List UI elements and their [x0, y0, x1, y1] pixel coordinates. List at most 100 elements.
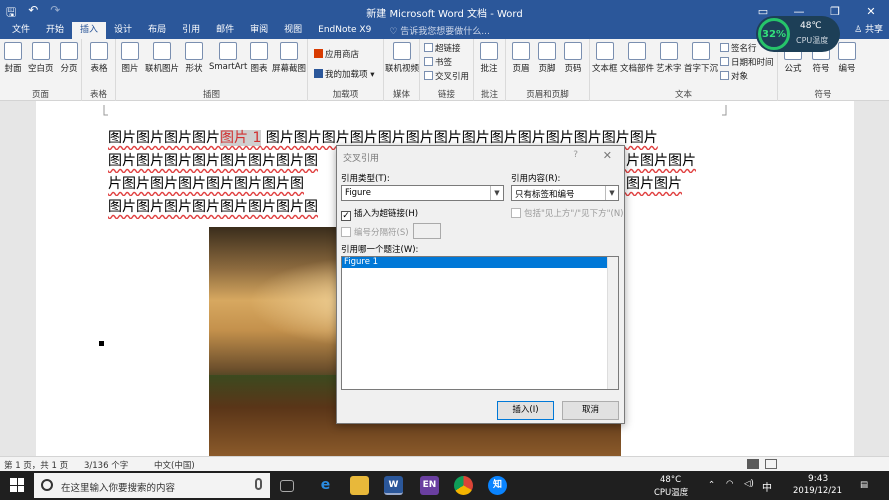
group-label-comments: 批注 [480, 90, 498, 100]
tab-design[interactable]: 设计 [106, 22, 140, 39]
ime-indicator[interactable]: 中 [762, 479, 772, 494]
listbox-scrollbar[interactable] [607, 257, 618, 389]
group-text: 文本框 文档部件 艺术字 首字下沉 签名行 日期和时间 对象 文本 [590, 39, 778, 101]
signature-line-icon [720, 43, 729, 52]
clock-date[interactable]: 2019/12/21 [793, 486, 842, 496]
blank-page-button[interactable]: 空白页 [28, 42, 54, 74]
comment-icon [480, 42, 498, 60]
zhihu-icon[interactable]: 知 [488, 476, 507, 495]
online-video-button[interactable]: 联机视频 [384, 42, 420, 74]
chart-icon [250, 42, 268, 60]
tab-layout[interactable]: 布局 [140, 22, 174, 39]
dialog-title: 交叉引用 [343, 154, 380, 164]
close-icon[interactable]: ✕ [853, 0, 889, 22]
taskbar-search-box[interactable]: 在这里输入你要搜索的内容 [34, 473, 270, 498]
taskbar-search-placeholder: 在这里输入你要搜索的内容 [61, 483, 176, 494]
tab-home[interactable]: 开始 [38, 22, 72, 39]
caption-field-highlight: 图片 1 [220, 130, 262, 146]
print-layout-icon[interactable] [747, 459, 759, 469]
page-number-button[interactable]: 页码 [564, 42, 582, 74]
my-addins-button[interactable]: 我的加载项 ▾ [314, 68, 374, 80]
windows-start-icon[interactable] [10, 478, 24, 492]
help-icon[interactable]: ? [573, 150, 578, 160]
reference-content-select[interactable]: 只有标签和编号 ▼ [511, 185, 619, 201]
task-view-icon[interactable] [280, 480, 294, 492]
file-explorer-icon[interactable] [350, 476, 369, 495]
endnote-taskbar-icon[interactable]: EN [420, 476, 439, 495]
word-taskbar-icon[interactable]: W [384, 476, 403, 495]
cpu-temp-label: CPU温度 [796, 36, 829, 45]
hyperlink-button[interactable]: 超链接 [424, 42, 461, 54]
tab-references[interactable]: 引用 [174, 22, 208, 39]
reference-type-select[interactable]: Figure ▼ [341, 185, 504, 201]
tray-temp-label: CPU温度 [654, 488, 689, 498]
title-bar: 🖫 ↶ ↷ 新建 Microsoft Word 文档 - Word ▭ — ❐ … [0, 0, 889, 22]
bookmark-button[interactable]: 书签 [424, 56, 452, 68]
group-label-symbols: 符号 [814, 90, 832, 100]
edge-icon[interactable]: e [316, 476, 335, 495]
wordart-button[interactable]: 艺术字 [656, 42, 682, 74]
chart-button[interactable]: 图表 [250, 42, 268, 74]
close-icon[interactable]: ✕ [603, 149, 612, 162]
store-button[interactable]: 应用商店 [314, 48, 359, 60]
header-button[interactable]: 页眉 [512, 42, 530, 74]
insert-button[interactable]: 插入(I) [497, 401, 554, 420]
header-icon [512, 42, 530, 60]
online-picture-button[interactable]: 联机图片 [145, 42, 179, 74]
object-button[interactable]: 对象 [720, 70, 748, 82]
date-time-button[interactable]: 日期和时间 [720, 56, 774, 68]
cover-page-icon [4, 42, 22, 60]
microphone-icon[interactable] [255, 478, 262, 490]
drop-cap-button[interactable]: 首字下沉 [684, 42, 718, 74]
group-label-illustrations: 插图 [202, 90, 220, 100]
tell-me-search[interactable]: ♡ 告诉我您想要做什么... [389, 24, 490, 37]
chrome-icon[interactable] [454, 476, 473, 495]
tab-insert[interactable]: 插入 [72, 22, 107, 39]
quick-parts-button[interactable]: 文档部件 [620, 42, 654, 74]
online-video-icon [393, 42, 411, 60]
cross-reference-button[interactable]: 交叉引用 [424, 70, 469, 82]
shapes-button[interactable]: 形状 [185, 42, 203, 74]
tab-view[interactable]: 视图 [276, 22, 310, 39]
tab-mailings[interactable]: 邮件 [208, 22, 242, 39]
wifi-icon[interactable]: ◠ [726, 479, 733, 489]
include-above-below-checkbox[interactable]: 包括"见上方"/"见下方"(N) [511, 207, 624, 219]
store-icon [314, 49, 323, 58]
separator-checkbox[interactable]: 编号分隔符(S) [341, 226, 409, 238]
language-status[interactable]: 中文(中国) [154, 459, 195, 471]
insert-hyperlink-checkbox[interactable]: ✓ 插入为超链接(H) [341, 207, 418, 221]
web-layout-icon[interactable] [765, 459, 777, 469]
group-header-footer: 页眉 页脚 页码 页眉和页脚 [506, 39, 590, 101]
hyperlink-icon [424, 43, 433, 52]
separator-input[interactable] [413, 223, 441, 239]
table-button[interactable]: 表格 [90, 42, 108, 74]
tab-review[interactable]: 审阅 [242, 22, 276, 39]
number-button[interactable]: 编号 [838, 42, 856, 74]
cover-page-button[interactable]: 封面 [4, 42, 22, 74]
word-count[interactable]: 3/136 个字 [84, 459, 128, 471]
signature-line-button[interactable]: 签名行 [720, 42, 757, 54]
list-item[interactable]: Figure 1 [342, 257, 608, 268]
notification-icon[interactable]: ▤ [860, 480, 868, 490]
tab-file[interactable]: 文件 [4, 22, 38, 39]
group-illustrations: 图片 联机图片 形状 SmartArt 图表 屏幕截图 插图 [116, 39, 308, 101]
footer-button[interactable]: 页脚 [538, 42, 556, 74]
checkmark-icon: ✓ [341, 211, 351, 221]
textbox-button[interactable]: 文本框 [592, 42, 618, 74]
share-button[interactable]: ♙ 共享 [854, 22, 883, 39]
smartart-button[interactable]: SmartArt [209, 42, 247, 72]
page-count[interactable]: 第 1 页，共 1 页 [4, 459, 68, 471]
comment-button[interactable]: 批注 [480, 42, 498, 74]
tray-chevron-up-icon[interactable]: ⌃ [708, 480, 715, 490]
picture-button[interactable]: 图片 [121, 42, 139, 74]
volume-icon[interactable]: ◁) [744, 479, 754, 489]
clock-time[interactable]: 9:43 [808, 474, 828, 484]
cross-reference-dialog: 交叉引用 ? ✕ 引用类型(T): Figure ▼ 引用内容(R): 只有标签和… [336, 145, 625, 424]
page-break-button[interactable]: 分页 [60, 42, 78, 74]
cpu-temp-widget[interactable]: 32% 48℃ CPU温度 [756, 16, 840, 52]
caption-listbox[interactable]: Figure 1 [341, 256, 619, 390]
cancel-button[interactable]: 取消 [562, 401, 619, 420]
tab-endnote[interactable]: EndNote X9 [310, 22, 379, 39]
screenshot-button[interactable]: 屏幕截图 [272, 42, 306, 74]
textbox-icon [595, 42, 614, 60]
